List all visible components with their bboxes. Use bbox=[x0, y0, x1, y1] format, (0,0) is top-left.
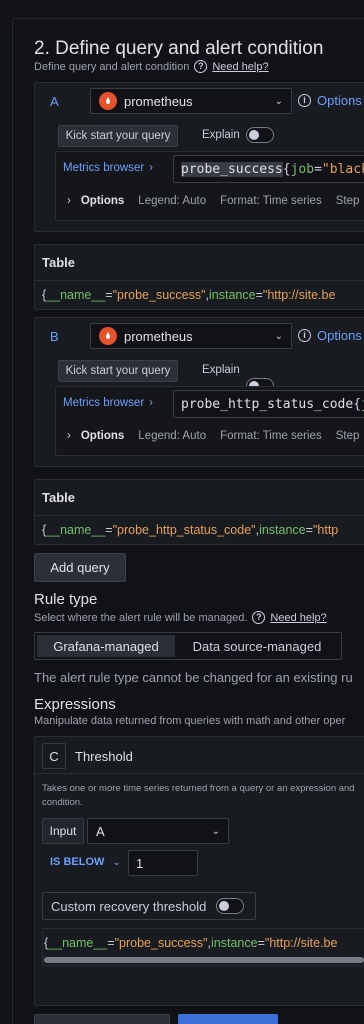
explain-label-a: Explain bbox=[202, 129, 240, 141]
rule-type-title: Rule type bbox=[34, 591, 98, 608]
input-label: Input bbox=[42, 818, 84, 844]
query-a-letter: A bbox=[50, 94, 59, 109]
table-b-series: {__name__ = "probe_http_status_code", inst… bbox=[42, 523, 339, 537]
need-help-link[interactable]: Need help? bbox=[212, 61, 268, 73]
expression-c-letter-box: C bbox=[42, 743, 66, 769]
add-query-button[interactable]: Add query bbox=[34, 553, 126, 582]
need-help-link[interactable]: Need help? bbox=[270, 612, 326, 624]
query-a-expression-input[interactable]: probe_success { job = "blackb bbox=[173, 155, 364, 183]
rule-type-subtitle-row: Select where the alert rule will be mana… bbox=[34, 611, 327, 624]
expression-description: Takes one or more time series returned f… bbox=[42, 783, 355, 794]
section-subtitle-row: Define query and alert condition ? Need … bbox=[34, 60, 269, 73]
help-icon: ? bbox=[194, 60, 208, 73]
explain-toggle-a[interactable] bbox=[246, 127, 274, 143]
chevron-down-icon: ⌄ bbox=[274, 330, 283, 342]
query-b-options-row[interactable]: › Options Legend: Auto Format: Time serie… bbox=[67, 430, 359, 442]
query-a-datasource-select[interactable]: prometheus ⌄ bbox=[90, 88, 292, 114]
rule-type-note: The alert rule type cannot be changed fo… bbox=[34, 670, 353, 685]
add-expression-button[interactable] bbox=[34, 1014, 170, 1024]
metrics-browser-button-a[interactable]: Metrics browser › bbox=[63, 162, 153, 174]
info-icon: i bbox=[298, 94, 311, 107]
query-b-letter: B bbox=[50, 329, 59, 344]
expressions-title: Expressions bbox=[34, 696, 116, 713]
table-a-label: Table bbox=[42, 255, 75, 270]
rule-type-radio-group: Grafana-managed Data source-managed bbox=[34, 632, 342, 660]
preview-button[interactable] bbox=[178, 1014, 278, 1024]
grafana-managed-option[interactable]: Grafana-managed bbox=[37, 635, 175, 657]
table-a-series: {__name__ = "probe_success", instance = "htt… bbox=[42, 288, 336, 302]
horizontal-scrollbar[interactable] bbox=[44, 957, 364, 963]
query-b-options-link[interactable]: i Options bbox=[298, 328, 362, 343]
section-subtitle: Define query and alert condition bbox=[34, 60, 190, 73]
table-b-label: Table bbox=[42, 490, 75, 505]
kick-start-button-a[interactable]: Kick start your query bbox=[58, 125, 178, 147]
query-a-options-row[interactable]: › Options Legend: Auto Format: Time serie… bbox=[67, 195, 359, 207]
recovery-threshold-toggle[interactable] bbox=[216, 898, 245, 914]
chevron-right-icon: › bbox=[67, 195, 71, 207]
kick-start-button-b[interactable]: Kick start your query bbox=[58, 360, 178, 382]
query-b-datasource-select[interactable]: prometheus ⌄ bbox=[90, 323, 292, 349]
expressions-subtitle: Manipulate data returned from queries wi… bbox=[34, 715, 346, 727]
prometheus-icon bbox=[99, 92, 117, 110]
query-b-expression-input[interactable]: probe_http_status_code { jo bbox=[173, 390, 364, 418]
custom-recovery-threshold: Custom recovery threshold bbox=[42, 892, 256, 920]
query-a-options-link[interactable]: i Options bbox=[298, 93, 362, 108]
expression-type-name: Threshold bbox=[75, 749, 133, 764]
expression-description-2: condition. bbox=[42, 797, 83, 808]
chevron-right-icon: › bbox=[67, 430, 71, 442]
explain-label-b: Explain bbox=[202, 364, 240, 376]
section-title: 2. Define query and alert condition bbox=[34, 38, 324, 59]
datasource-name: prometheus bbox=[124, 328, 193, 344]
input-select[interactable]: A ⌄ bbox=[87, 818, 229, 844]
chevron-down-icon: ⌄ bbox=[274, 95, 283, 107]
expression-result-series: {__name__ = "probe_success", instance = "htt… bbox=[44, 936, 338, 950]
help-icon: ? bbox=[252, 611, 266, 624]
datasource-name: prometheus bbox=[124, 93, 193, 109]
chevron-right-icon: › bbox=[149, 397, 153, 409]
threshold-value-input[interactable]: 1 bbox=[128, 850, 198, 876]
datasource-managed-option[interactable]: Data source-managed bbox=[175, 635, 339, 657]
prometheus-icon bbox=[99, 327, 117, 345]
chevron-down-icon: ⌄ bbox=[112, 856, 121, 868]
condition-operator-select[interactable]: IS BELOW ⌄ bbox=[50, 856, 121, 868]
metrics-browser-button-b[interactable]: Metrics browser › bbox=[63, 397, 153, 409]
info-icon: i bbox=[298, 329, 311, 342]
chevron-down-icon: ⌄ bbox=[211, 825, 220, 837]
chevron-right-icon: › bbox=[149, 162, 153, 174]
